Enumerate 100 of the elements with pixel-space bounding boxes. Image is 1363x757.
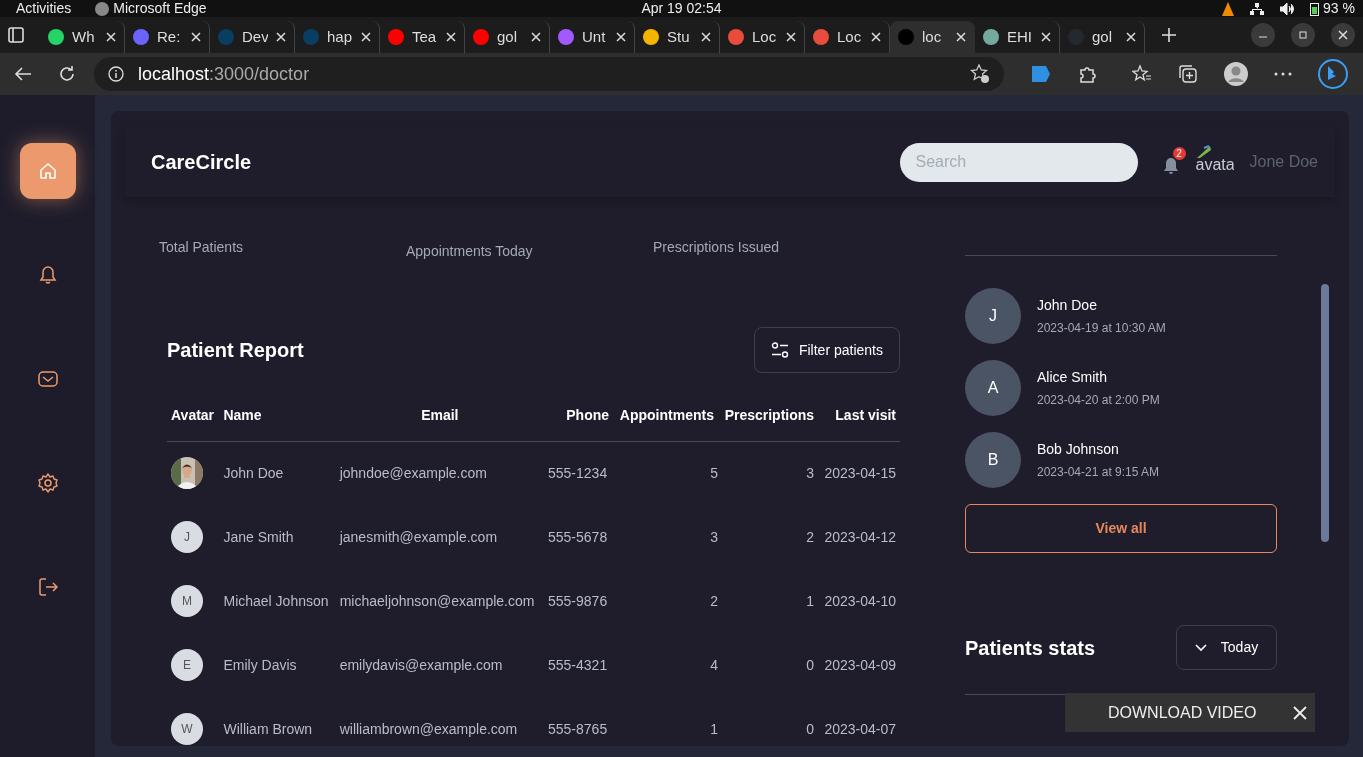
- filter-button[interactable]: Filter patients: [753, 327, 900, 373]
- avatar-initial: J: [171, 521, 203, 553]
- appointments-cell-text: 4: [709, 655, 718, 675]
- app-name: Microsoft Edge: [113, 0, 207, 18]
- notification-badge: 2: [1172, 147, 1186, 160]
- prescriptions-cell: 1: [717, 569, 819, 633]
- search-field[interactable]: Search: [899, 142, 1138, 182]
- column-header: Name: [219, 390, 336, 441]
- avatar-initial: J: [965, 288, 1021, 344]
- stat-label: Total Patients: [159, 238, 245, 257]
- email-cell-text: emilydavis@example.com: [338, 655, 504, 675]
- close-tab-icon[interactable]: [361, 32, 371, 42]
- period-dropdown[interactable]: Today: [1176, 625, 1277, 670]
- chevron-down-icon: [1194, 643, 1207, 652]
- close-tab-icon[interactable]: [446, 32, 456, 42]
- patient-name: William Brown: [222, 719, 314, 739]
- new-tab-icon[interactable]: [1161, 27, 1177, 43]
- prescriptions-cell: 2: [717, 505, 819, 569]
- phone-cell-text: 555-4321: [547, 655, 609, 675]
- close-tab-icon[interactable]: [786, 32, 796, 42]
- mail-icon: [36, 368, 59, 390]
- user-name: Jone Doe: [1249, 152, 1318, 172]
- column-header: Phone: [544, 390, 614, 441]
- close-tab-icon[interactable]: [616, 32, 626, 42]
- notification-bell-icon[interactable]: [1161, 156, 1180, 175]
- reload-icon[interactable]: [58, 65, 76, 83]
- section-title: Patients stats: [965, 635, 1096, 661]
- avatar-initial: M: [171, 585, 203, 617]
- extension-icon[interactable]: [1030, 64, 1052, 84]
- column-header: Avatar: [167, 390, 220, 441]
- avatar-initial: A: [965, 360, 1021, 416]
- download-video-label[interactable]: DOWNLOAD VIDEO: [1108, 700, 1257, 725]
- column-header: Appointments: [613, 390, 718, 441]
- filter-icon: [770, 342, 789, 358]
- stat-label: Prescriptions Issued: [653, 238, 781, 257]
- last-visit-cell: 2023-04-15: [818, 441, 900, 505]
- close-icon[interactable]: [1331, 23, 1355, 47]
- battery-icon[interactable]: [1310, 1, 1320, 16]
- close-tab-icon[interactable]: [871, 32, 881, 42]
- favorite-add-icon[interactable]: [970, 64, 990, 84]
- last-visit-cell-text: 2023-04-09: [823, 655, 897, 675]
- avatar-initial: E: [171, 649, 203, 681]
- close-icon[interactable]: [1293, 705, 1307, 720]
- column-header: Last visit: [818, 390, 900, 441]
- address-bar[interactable]: localhost:3000/doctor: [94, 57, 1004, 91]
- more-icon[interactable]: [1274, 72, 1292, 76]
- appointment-time: 2023-04-21 at 9:15 AM: [1037, 464, 1160, 481]
- info-icon[interactable]: [108, 66, 124, 82]
- section-title: Patient Report: [167, 338, 304, 363]
- email-cell-text: williambrown@example.com: [338, 719, 519, 739]
- favorites-icon[interactable]: [1132, 64, 1152, 84]
- close-tab-icon[interactable]: [106, 32, 116, 42]
- last-visit-cell-text: 2023-04-10: [823, 591, 897, 611]
- close-tab-icon[interactable]: [701, 32, 711, 42]
- last-visit-cell-text: 2023-04-12: [823, 527, 897, 547]
- phone-cell-text: 555-8765: [547, 719, 609, 739]
- appointment-name: John Doe: [1037, 296, 1098, 315]
- view-all-button[interactable]: View all: [965, 504, 1277, 553]
- cone-icon[interactable]: [1222, 1, 1235, 16]
- stat-label: Appointments Today: [406, 242, 534, 261]
- scrollbar-thumb[interactable]: [1321, 284, 1329, 542]
- close-tab-icon[interactable]: [531, 32, 541, 42]
- email-cell-text: michaeljohnson@example.com: [338, 591, 536, 611]
- close-tab-icon[interactable]: [191, 32, 201, 42]
- appointments-cell: 5: [613, 441, 718, 505]
- activities-button[interactable]: Activities: [16, 0, 72, 19]
- close-tab-icon[interactable]: [276, 32, 286, 42]
- prescriptions-cell: 3: [717, 441, 819, 505]
- sidebar-item[interactable]: [19, 143, 76, 199]
- settings-icon: [36, 472, 59, 494]
- appointment-name: Bob Johnson: [1037, 440, 1120, 459]
- patient-name: Michael Johnson: [222, 591, 330, 611]
- email-cell-text: janesmith@example.com: [338, 527, 499, 547]
- last-visit-cell-text: 2023-04-07: [823, 719, 897, 739]
- close-tab-icon[interactable]: [1041, 32, 1051, 42]
- browser-tab[interactable]: loc: [890, 21, 975, 53]
- profile-icon[interactable]: [1224, 62, 1248, 86]
- email-cell: johndoe@example.com: [335, 441, 544, 505]
- logout-icon: [36, 576, 59, 598]
- network-icon[interactable]: [1250, 2, 1265, 15]
- patient-name: Emily Davis: [222, 655, 298, 675]
- close-tab-icon[interactable]: [1126, 32, 1136, 42]
- volume-icon[interactable]: [1280, 2, 1295, 15]
- back-icon[interactable]: [14, 66, 32, 82]
- brand-name: CareCircle: [151, 150, 252, 175]
- column-header: Prescriptions: [717, 390, 819, 441]
- close-tab-icon[interactable]: [956, 32, 966, 42]
- puzzle-icon[interactable]: [1078, 64, 1098, 84]
- tab-actions-icon[interactable]: [8, 27, 24, 43]
- clock[interactable]: Apr 19 02:54: [641, 0, 722, 16]
- phone-cell-text: 555-5678: [547, 527, 609, 547]
- avatar-initial: W: [171, 713, 203, 745]
- minimize-icon[interactable]: [1251, 23, 1275, 47]
- collections-icon[interactable]: [1178, 64, 1198, 84]
- restore-icon[interactable]: [1291, 23, 1315, 47]
- avatar-initial: B: [965, 432, 1021, 488]
- patient-name: John Doe: [219, 441, 336, 505]
- appointments-cell-text: 3: [709, 527, 718, 547]
- phone-cell: 555-1234: [544, 441, 614, 505]
- prescriptions-cell: 0: [717, 633, 819, 697]
